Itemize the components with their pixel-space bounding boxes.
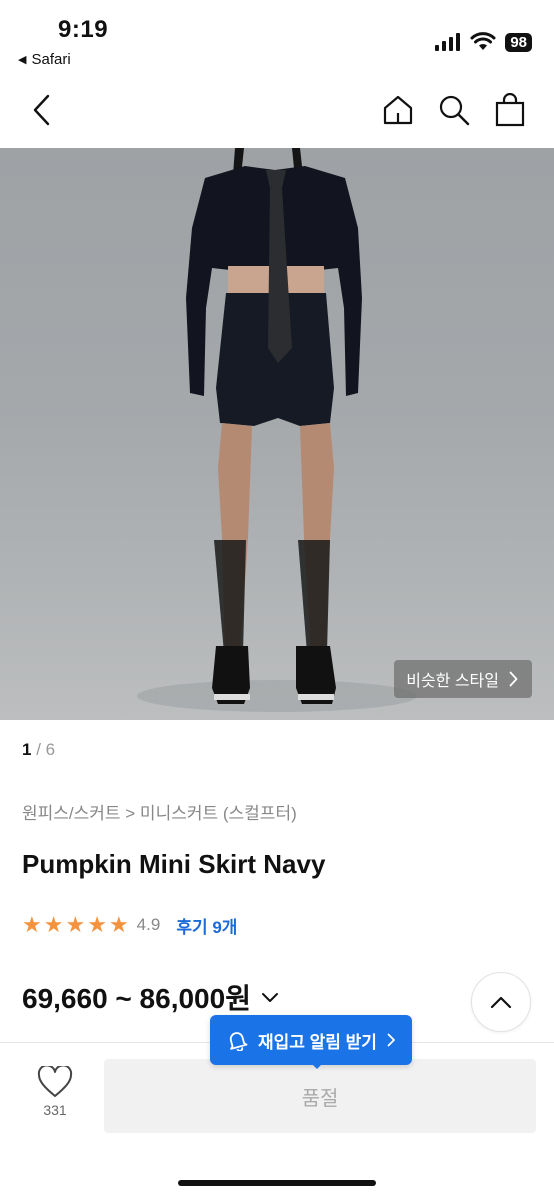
home-icon <box>383 95 413 125</box>
battery-level: 98 <box>505 32 532 52</box>
chevron-up-icon <box>490 996 512 1009</box>
category-breadcrumb[interactable]: 원피스/스커트 > 미니스커트 (스컬프터) <box>22 799 297 824</box>
back-button[interactable] <box>20 88 64 132</box>
chevron-down-icon <box>261 993 278 1002</box>
scroll-to-top-button[interactable] <box>471 972 531 1032</box>
chevron-right-icon <box>387 1033 395 1047</box>
signal-icon <box>435 33 461 51</box>
star-icon: ★ <box>87 912 107 937</box>
similar-style-label: 비슷한 스타일 <box>406 673 499 690</box>
back-chevron-icon <box>33 94 50 126</box>
tooltip-tail <box>310 1062 324 1069</box>
back-triangle-icon: ◀ <box>18 54 27 66</box>
bell-icon <box>229 1032 248 1051</box>
star-icon: ★ <box>22 912 42 937</box>
image-pager: 1 / 6 <box>22 740 55 760</box>
search-button[interactable] <box>432 88 476 132</box>
chevron-right-icon <box>509 671 518 687</box>
star-icon: ★ <box>108 912 129 937</box>
restock-alert-label: 재입고 알림 받기 <box>258 1032 377 1052</box>
shopping-bag-icon <box>495 93 525 127</box>
cart-button[interactable] <box>488 88 532 132</box>
back-to-safari[interactable]: ◀ Safari <box>18 51 71 68</box>
model-photo-illustration <box>137 148 417 712</box>
pager-separator: / <box>36 740 41 759</box>
reviews-link[interactable]: 후기 9개 <box>176 913 237 938</box>
like-count: 331 <box>43 1102 67 1118</box>
back-app-label: Safari <box>31 51 71 68</box>
rating-stars: ★ ★ ★ ★ ★ <box>22 912 129 938</box>
soldout-button[interactable]: 품절 <box>104 1059 536 1133</box>
rating-row: ★ ★ ★ ★ ★ 4.9 후기 9개 <box>22 912 237 938</box>
star-icon: ★ <box>43 912 64 937</box>
price-range: 69,660 ~ 86,000원 <box>22 983 251 1014</box>
status-icons: 98 <box>435 32 532 52</box>
pager-current: 1 <box>22 740 32 759</box>
product-image[interactable] <box>0 148 554 720</box>
home-indicator[interactable] <box>178 1180 376 1186</box>
restock-alert-button[interactable]: 재입고 알림 받기 <box>210 1015 412 1065</box>
like-button[interactable]: 331 <box>28 1066 82 1118</box>
wifi-icon <box>470 32 496 50</box>
star-icon: ★ <box>65 912 86 937</box>
status-time: 9:19 <box>58 16 109 43</box>
rating-value: 4.9 <box>136 915 161 934</box>
heart-icon <box>37 1066 73 1097</box>
pager-total: 6 <box>45 740 56 759</box>
search-icon <box>439 95 470 126</box>
product-title: Pumpkin Mini Skirt Navy <box>22 849 326 879</box>
home-button[interactable] <box>376 88 420 132</box>
similar-style-button[interactable]: 비슷한 스타일 <box>394 660 532 698</box>
price-row[interactable]: 69,660 ~ 86,000원 <box>22 977 281 1017</box>
